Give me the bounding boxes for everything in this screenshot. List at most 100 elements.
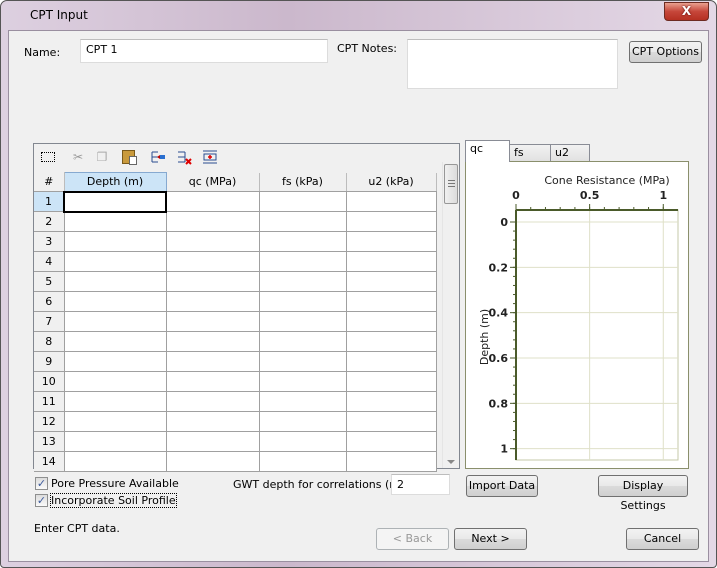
u2-cell[interactable] <box>345 231 437 252</box>
pore-pressure-checkbox[interactable]: ✓ Pore Pressure Available <box>35 477 179 490</box>
depth-cell[interactable] <box>63 311 167 332</box>
grid-vertical-scrollbar[interactable] <box>442 162 459 468</box>
fs-cell[interactable] <box>258 251 347 272</box>
row-number[interactable]: 11 <box>34 391 65 412</box>
u2-cell[interactable] <box>345 191 437 212</box>
tab-qc[interactable]: qc <box>465 140 510 162</box>
depth-cell[interactable] <box>63 371 167 392</box>
gwt-depth-input[interactable]: 2 <box>391 474 450 495</box>
soil-profile-checkbox[interactable]: ✓ Incorporate Soil Profile <box>35 493 177 508</box>
row-number[interactable]: 9 <box>34 351 65 372</box>
back-button[interactable]: < Back <box>376 528 449 550</box>
row-number[interactable]: 12 <box>34 411 65 432</box>
row-number[interactable]: 14 <box>34 451 65 472</box>
qc-cell[interactable] <box>165 271 260 292</box>
copy-icon[interactable]: ❐ <box>94 149 110 165</box>
row-number[interactable]: 8 <box>34 331 65 352</box>
u2-cell[interactable] <box>345 351 437 372</box>
depth-cell[interactable] <box>63 291 167 312</box>
depth-cell[interactable] <box>63 351 167 372</box>
fs-cell[interactable] <box>258 391 347 412</box>
row-number[interactable]: 3 <box>34 231 65 252</box>
append-row-icon[interactable] <box>202 149 218 165</box>
row-number[interactable]: 13 <box>34 431 65 452</box>
u2-cell[interactable] <box>345 291 437 312</box>
column-header-u2[interactable]: u2 (kPa) <box>346 172 437 192</box>
qc-cell[interactable] <box>165 191 260 212</box>
column-header-depth[interactable]: Depth (m) <box>63 172 167 192</box>
delete-row-icon[interactable] <box>176 149 192 165</box>
u2-cell[interactable] <box>345 451 437 472</box>
column-header-qc[interactable]: qc (MPa) <box>166 172 260 192</box>
scrollbar-thumb[interactable] <box>444 164 458 204</box>
fs-cell[interactable] <box>258 451 347 472</box>
u2-cell[interactable] <box>345 411 437 432</box>
insert-row-icon[interactable] <box>150 149 166 165</box>
fs-cell[interactable] <box>258 411 347 432</box>
u2-cell[interactable] <box>345 271 437 292</box>
select-all-icon[interactable] <box>40 149 56 165</box>
import-data-button[interactable]: Import Data <box>466 475 538 497</box>
close-button[interactable]: X <box>664 2 709 21</box>
depth-cell[interactable] <box>63 190 167 213</box>
row-number[interactable]: 1 <box>34 191 65 212</box>
fs-cell[interactable] <box>258 271 347 292</box>
depth-cell[interactable] <box>63 271 167 292</box>
depth-cell[interactable] <box>63 411 167 432</box>
fs-cell[interactable] <box>258 291 347 312</box>
qc-cell[interactable] <box>165 251 260 272</box>
depth-cell[interactable] <box>63 431 167 452</box>
fs-cell[interactable] <box>258 191 347 212</box>
next-button[interactable]: Next > <box>454 528 527 550</box>
qc-cell[interactable] <box>165 331 260 352</box>
fs-cell[interactable] <box>258 371 347 392</box>
fs-cell[interactable] <box>258 211 347 232</box>
row-number[interactable]: 6 <box>34 291 65 312</box>
qc-cell[interactable] <box>165 351 260 372</box>
display-settings-button[interactable]: Display Settings <box>598 475 688 512</box>
qc-cell[interactable] <box>165 431 260 452</box>
depth-cell[interactable] <box>63 391 167 412</box>
qc-cell[interactable] <box>165 291 260 312</box>
cpt-notes-input[interactable] <box>407 39 618 89</box>
u2-cell[interactable] <box>345 431 437 452</box>
depth-cell[interactable] <box>63 231 167 252</box>
u2-cell[interactable] <box>345 331 437 352</box>
row-number[interactable]: 2 <box>34 211 65 232</box>
cancel-button[interactable]: Cancel <box>626 528 699 550</box>
cpt-options-button[interactable]: CPT Options <box>629 41 702 63</box>
row-number[interactable]: 7 <box>34 311 65 332</box>
u2-cell[interactable] <box>345 211 437 232</box>
row-number[interactable]: 4 <box>34 251 65 272</box>
tab-fs[interactable]: fs <box>509 144 551 162</box>
qc-cell[interactable] <box>165 211 260 232</box>
depth-cell[interactable] <box>63 331 167 352</box>
depth-cell[interactable] <box>63 451 167 472</box>
qc-cell[interactable] <box>165 311 260 332</box>
fs-cell[interactable] <box>258 351 347 372</box>
qc-cell[interactable] <box>165 391 260 412</box>
cut-icon[interactable]: ✂ <box>70 149 86 165</box>
qc-cell[interactable] <box>165 231 260 252</box>
scroll-down-arrow-icon[interactable] <box>447 460 455 464</box>
depth-cell[interactable] <box>63 211 167 232</box>
qc-cell[interactable] <box>165 371 260 392</box>
name-input[interactable]: CPT 1 <box>80 39 328 63</box>
fs-cell[interactable] <box>258 331 347 352</box>
depth-cell[interactable] <box>63 251 167 272</box>
fs-cell[interactable] <box>258 231 347 252</box>
tab-u2[interactable]: u2 <box>550 144 590 162</box>
qc-cell[interactable] <box>165 411 260 432</box>
u2-cell[interactable] <box>345 311 437 332</box>
u2-cell[interactable] <box>345 391 437 412</box>
title-bar[interactable]: CPT Input X <box>1 1 716 31</box>
fs-cell[interactable] <box>258 431 347 452</box>
row-number[interactable]: 5 <box>34 271 65 292</box>
column-header-fs[interactable]: fs (kPa) <box>259 172 347 192</box>
qc-cell[interactable] <box>165 451 260 472</box>
row-number[interactable]: 10 <box>34 371 65 392</box>
fs-cell[interactable] <box>258 311 347 332</box>
u2-cell[interactable] <box>345 371 437 392</box>
u2-cell[interactable] <box>345 251 437 272</box>
paste-icon[interactable] <box>120 149 137 165</box>
